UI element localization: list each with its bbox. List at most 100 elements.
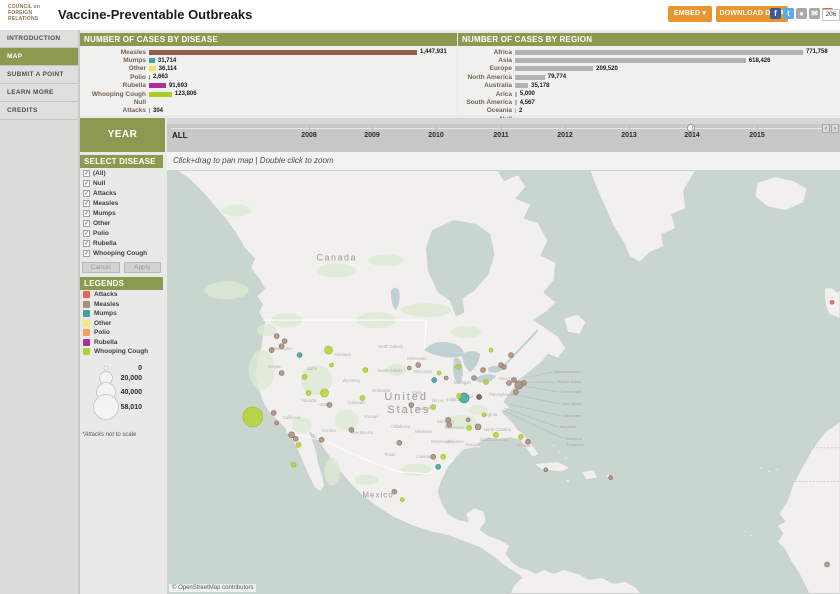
outbreak-point-measles[interactable] bbox=[825, 562, 830, 567]
reddit-icon[interactable]: ● bbox=[796, 8, 807, 19]
outbreak-point-measles[interactable] bbox=[279, 344, 284, 349]
outbreak-point-measles[interactable] bbox=[409, 402, 414, 407]
outbreak-point-measles[interactable] bbox=[282, 339, 287, 344]
outbreak-point-whooping[interactable] bbox=[325, 346, 333, 354]
bar[interactable] bbox=[515, 75, 545, 80]
cancel-button[interactable]: Cancel bbox=[82, 262, 120, 273]
outbreak-point-measles[interactable] bbox=[466, 418, 470, 422]
outbreak-point-measles[interactable] bbox=[444, 376, 448, 380]
timeline-slider-handle[interactable] bbox=[687, 124, 695, 132]
checkbox[interactable]: ✓ bbox=[83, 220, 90, 227]
outbreak-point-whooping[interactable] bbox=[431, 404, 436, 409]
checkbox[interactable]: ✓ bbox=[83, 190, 90, 197]
outbreak-point-measles[interactable] bbox=[508, 353, 513, 358]
outbreak-point-whooping[interactable] bbox=[484, 380, 489, 385]
outbreak-point-measles[interactable] bbox=[274, 334, 279, 339]
outbreak-point-whooping[interactable] bbox=[296, 442, 301, 447]
outbreak-point-whooping[interactable] bbox=[457, 393, 462, 398]
outbreak-point-whooping[interactable] bbox=[321, 389, 329, 397]
outbreak-point-measles[interactable] bbox=[275, 421, 279, 425]
bar[interactable] bbox=[149, 83, 166, 88]
map-attribution[interactable]: © OpenStreetMap contributors bbox=[169, 584, 256, 592]
share-count-badge[interactable]: 206 bbox=[822, 9, 840, 21]
outbreak-point-measles[interactable] bbox=[327, 402, 332, 407]
outbreak-point-measles[interactable] bbox=[446, 417, 451, 422]
bar[interactable] bbox=[515, 58, 746, 63]
outbreak-point-whooping[interactable] bbox=[302, 375, 307, 380]
outbreak-point-attacks[interactable] bbox=[830, 300, 834, 304]
outbreak-point-measles[interactable] bbox=[407, 366, 411, 370]
checkbox[interactable]: ✓ bbox=[83, 230, 90, 237]
bar[interactable] bbox=[149, 50, 417, 55]
outbreak-point-measles[interactable] bbox=[319, 437, 324, 442]
bar[interactable] bbox=[515, 83, 528, 88]
outbreak-point-whooping[interactable] bbox=[467, 425, 472, 430]
outbreak-point-whooping[interactable] bbox=[489, 348, 493, 352]
outbreak-point-whooping[interactable] bbox=[482, 413, 486, 417]
outbreak-point-measles[interactable] bbox=[392, 489, 397, 494]
outbreak-point-whooping[interactable] bbox=[360, 395, 365, 400]
checkbox[interactable]: ✓ bbox=[83, 240, 90, 247]
outbreak-point-whooping[interactable] bbox=[363, 368, 368, 373]
outbreak-point-whooping[interactable] bbox=[437, 371, 441, 375]
sidebar-item-learn-more[interactable]: LEARN MORE bbox=[0, 84, 78, 102]
outbreak-point-whooping[interactable] bbox=[243, 407, 263, 427]
apply-button[interactable]: Apply bbox=[124, 262, 162, 273]
outbreak-point-whooping[interactable] bbox=[518, 434, 523, 439]
bar[interactable] bbox=[515, 66, 593, 71]
outbreak-point-measles[interactable] bbox=[447, 422, 452, 427]
checkbox[interactable]: ✓ bbox=[83, 210, 90, 217]
twitter-icon[interactable]: t bbox=[783, 8, 794, 19]
email-icon[interactable]: ✉ bbox=[809, 8, 820, 19]
timeline-scroll-strip[interactable] bbox=[167, 118, 840, 124]
year-timeline-slider[interactable]: ALL 20082009201020112012201320142015 ‹ › bbox=[167, 118, 840, 152]
facebook-icon[interactable]: f bbox=[770, 8, 781, 19]
outbreak-point-mumps[interactable] bbox=[436, 464, 441, 469]
outbreak-point-measles[interactable] bbox=[349, 427, 354, 432]
outbreak-point-dark[interactable] bbox=[477, 394, 482, 399]
timeline-scroll-left-button[interactable]: ‹ bbox=[822, 124, 830, 133]
sidebar-item-map[interactable]: MAP bbox=[0, 48, 78, 66]
outbreak-point-measles[interactable] bbox=[502, 365, 507, 370]
outbreak-point-measles[interactable] bbox=[481, 368, 486, 373]
checkbox[interactable]: ✓ bbox=[83, 180, 90, 187]
outbreak-point-measles[interactable] bbox=[544, 468, 548, 472]
outbreak-point-measles[interactable] bbox=[511, 378, 516, 383]
outbreak-point-measles[interactable] bbox=[431, 454, 436, 459]
sidebar-item-submit-a-point[interactable]: SUBMIT A POINT bbox=[0, 66, 78, 84]
outbreak-point-measles[interactable] bbox=[269, 348, 274, 353]
bar[interactable] bbox=[149, 92, 172, 97]
outbreak-point-whooping[interactable] bbox=[494, 432, 499, 437]
outbreak-point-measles[interactable] bbox=[506, 381, 511, 386]
outbreak-point-measles[interactable] bbox=[397, 440, 402, 445]
map-canvas[interactable]: CanadaUnitedStatesMexicoWashingtonMontan… bbox=[167, 170, 840, 594]
timeline-scroll-right-button[interactable]: › bbox=[831, 124, 839, 133]
outbreak-point-whooping[interactable] bbox=[441, 454, 446, 459]
outbreak-point-whooping[interactable] bbox=[400, 498, 404, 502]
outbreak-map[interactable]: CanadaUnitedStatesMexicoWashingtonMontan… bbox=[167, 170, 840, 594]
outbreak-point-measles[interactable] bbox=[472, 376, 477, 381]
checkbox[interactable]: ✓ bbox=[83, 250, 90, 257]
outbreak-point-measles[interactable] bbox=[609, 476, 613, 480]
checkbox[interactable]: ✓ bbox=[83, 200, 90, 207]
outbreak-point-whooping[interactable] bbox=[330, 363, 334, 367]
outbreak-point-measles[interactable] bbox=[525, 439, 530, 444]
outbreak-point-measles[interactable] bbox=[293, 436, 298, 441]
outbreak-point-measles[interactable] bbox=[513, 389, 518, 394]
timeline-track[interactable] bbox=[171, 128, 822, 129]
outbreak-point-whooping[interactable] bbox=[456, 365, 461, 370]
sidebar-item-credits[interactable]: CREDITS bbox=[0, 102, 78, 120]
outbreak-point-measles[interactable] bbox=[416, 363, 421, 368]
bar[interactable] bbox=[515, 50, 803, 55]
outbreak-point-measles[interactable] bbox=[271, 410, 276, 415]
embed-button[interactable]: EMBED ▾ bbox=[668, 6, 712, 22]
outbreak-point-measles[interactable] bbox=[521, 381, 526, 386]
outbreak-point-mumps[interactable] bbox=[432, 378, 437, 383]
outbreak-point-mumps[interactable] bbox=[297, 353, 302, 358]
bar[interactable] bbox=[149, 66, 156, 71]
outbreak-point-whooping[interactable] bbox=[306, 390, 311, 395]
checkbox[interactable]: ✓ bbox=[83, 170, 90, 177]
outbreak-point-measles[interactable] bbox=[279, 371, 284, 376]
sidebar-item-introduction[interactable]: INTRODUCTION bbox=[0, 30, 78, 48]
outbreak-point-whooping[interactable] bbox=[291, 462, 296, 467]
